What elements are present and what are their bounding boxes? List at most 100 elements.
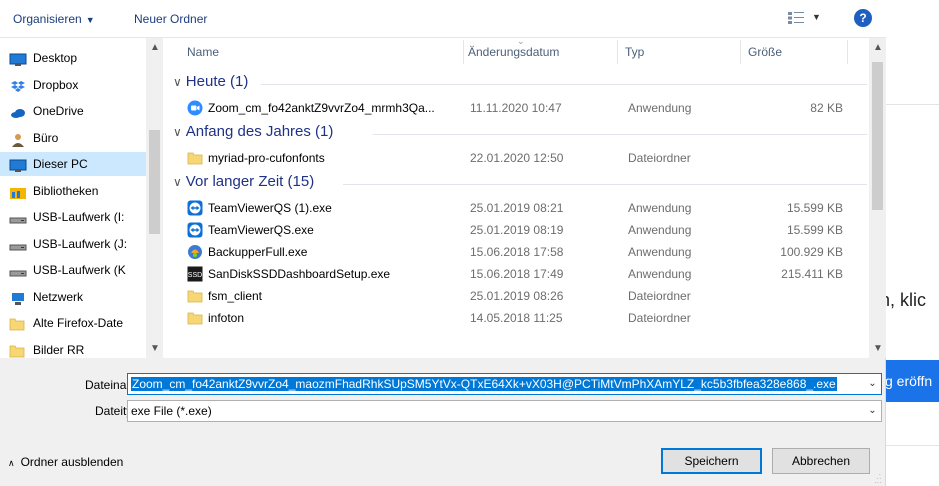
nav-item[interactable]: Alte Firefox-Date (0, 311, 146, 335)
hide-folders-toggle[interactable]: ∧ Ordner ausblenden (8, 455, 123, 469)
nav-item[interactable]: Netzwerk (0, 285, 146, 309)
scroll-up-icon[interactable]: ▲ (873, 42, 883, 53)
file-type: Anwendung (628, 267, 692, 281)
file-row[interactable]: infoton 14.05.2018 11:25 Dateiordner (163, 307, 869, 330)
hide-folders-label: Ordner ausblenden (20, 455, 124, 469)
nav-item-label: Bibliotheken (33, 183, 99, 198)
nav-item[interactable]: USB-Laufwerk (K (0, 258, 146, 282)
scroll-down-icon[interactable]: ▼ (873, 343, 883, 354)
chevron-down-icon[interactable]: ⌄ (863, 374, 881, 394)
column-header-name[interactable]: Name (187, 38, 219, 66)
nav-item[interactable]: OneDrive (0, 99, 146, 123)
scrollbar-thumb[interactable] (872, 62, 883, 210)
organize-menu-button[interactable]: Organisieren ▼ (13, 12, 95, 26)
nav-item-label: Netzwerk (33, 289, 84, 304)
filename-input[interactable]: Zoom_cm_fo42anktZ9vvrZo4_maozmFhadRhkSUp… (127, 373, 882, 395)
toolbar: Organisieren ▼ Neuer Ordner ▼ ? (0, 0, 886, 38)
file-row[interactable]: fsm_client 25.01.2019 08:26 Dateiordner (163, 285, 869, 308)
file-date: 15.06.2018 17:49 (470, 267, 564, 281)
group-label: Heute (1) (185, 73, 249, 90)
column-header-type[interactable]: Typ (625, 38, 644, 66)
column-header-size[interactable]: Größe (748, 38, 782, 66)
save-button[interactable]: Speichern (661, 448, 762, 474)
file-name: Zoom_cm_fo42anktZ9vvrZo4_mrmh3Qa... (208, 101, 435, 115)
drive-icon (9, 263, 27, 277)
column-separator[interactable] (847, 40, 848, 64)
nav-item-label: USB-Laufwerk (J: (33, 236, 128, 251)
chevron-down-icon: ∨ (173, 75, 182, 89)
view-options-icon (788, 12, 804, 24)
filename-value: Zoom_cm_fo42anktZ9vvrZo4_maozmFhadRhkSUp… (131, 377, 837, 391)
backupper-icon (187, 244, 203, 260)
nav-item-label: Alte Firefox-Date (33, 316, 124, 330)
help-button[interactable]: ? (854, 9, 872, 27)
folder-icon (187, 288, 203, 304)
file-size: 82 KB (810, 101, 843, 115)
group-header[interactable]: ∨ Heute (1) (173, 73, 248, 93)
file-date: 22.01.2020 12:50 (470, 151, 564, 165)
file-name: infoton (208, 311, 245, 325)
column-separator[interactable] (740, 40, 741, 64)
column-separator[interactable] (463, 40, 464, 64)
teamviewer-icon (187, 200, 203, 216)
file-name: myriad-pro-cufonfonts (208, 151, 325, 165)
file-row[interactable]: Zoom_cm_fo42anktZ9vvrZo4_mrmh3Qa... 11.11… (163, 97, 869, 120)
column-header-date[interactable]: Änderungsdatum (468, 38, 559, 66)
group-divider (261, 84, 867, 85)
file-row[interactable]: SSD SanDiskSSDDashboardSetup.exe 15.06.201… (163, 263, 869, 286)
nav-item[interactable]: Büro (0, 126, 146, 150)
group-label: Anfang des Jahres (1) (185, 123, 334, 140)
nav-item[interactable]: Desktop (0, 46, 146, 70)
scroll-up-icon[interactable]: ▲ (150, 42, 160, 53)
file-type: Anwendung (628, 223, 692, 237)
file-date: 14.05.2018 11:25 (470, 311, 563, 325)
chevron-down-icon: ▼ (812, 12, 821, 22)
nav-item-label: Desktop (33, 51, 78, 65)
file-row[interactable]: TeamViewerQS.exe 25.01.2019 08:19 Anwendun… (163, 219, 869, 242)
filetype-select[interactable]: exe File (*.exe) ⌄ (127, 400, 882, 422)
resize-grip-icon[interactable]: · ·· ··· (874, 471, 884, 486)
scrollbar-thumb[interactable] (149, 130, 160, 234)
drive-icon (9, 210, 27, 224)
drive-icon (9, 237, 27, 251)
onedrive-icon (9, 104, 27, 118)
group-header[interactable]: ∨ Anfang des Jahres (1) (173, 123, 333, 143)
file-row[interactable]: BackupperFull.exe 15.06.2018 17:58 Anwendu… (163, 241, 869, 264)
scroll-down-icon[interactable]: ▼ (150, 343, 160, 354)
nav-item-label: OneDrive (33, 104, 84, 118)
nav-item[interactable]: USB-Laufwerk (I: (0, 205, 146, 229)
zoom-icon (187, 100, 203, 116)
chevron-down-icon: ∨ (173, 175, 182, 189)
nav-item[interactable]: Dropbox (0, 73, 146, 97)
nav-item[interactable]: USB-Laufwerk (J: (0, 232, 146, 256)
folder-icon (9, 316, 27, 331)
column-separator[interactable] (617, 40, 618, 64)
nav-item-label: Bilder RR (33, 342, 85, 357)
nav-item[interactable]: Bibliotheken (0, 179, 146, 203)
sandisk-icon: SSD (187, 266, 203, 282)
computer-icon (9, 157, 27, 172)
desktop-icon (9, 51, 27, 66)
group-header[interactable]: ∨ Vor langer Zeit (15) (173, 173, 314, 193)
chevron-down-icon: ⌄ (863, 401, 881, 421)
view-options-button[interactable]: ▼ (788, 10, 828, 28)
file-date: 11.11.2020 10:47 (470, 101, 562, 115)
nav-item[interactable]: Dieser PC (0, 152, 146, 176)
cancel-button[interactable]: Abbrechen (772, 448, 870, 474)
file-type: Dateiordner (628, 311, 691, 325)
teamviewer-icon (187, 222, 203, 238)
file-list: Name Änderungsdatum ⌄ Typ Größe ∨ Heute (… (163, 36, 869, 358)
file-type: Dateiordner (628, 151, 691, 165)
file-row[interactable]: myriad-pro-cufonfonts 22.01.2020 12:50 Dat… (163, 147, 869, 170)
background-button[interactable]: g eröffn (885, 360, 939, 402)
nav-item-label: Dieser PC (33, 157, 88, 171)
file-date: 25.01.2019 08:26 (470, 289, 564, 303)
file-size: 100.929 KB (780, 245, 843, 259)
nav-scrollbar[interactable]: ▲ ▼ (146, 38, 163, 358)
filetype-value: exe File (*.exe) (131, 404, 212, 418)
file-row[interactable]: TeamViewerQS (1).exe 25.01.2019 08:21 Anwe… (163, 197, 869, 220)
new-folder-button[interactable]: Neuer Ordner (134, 12, 207, 26)
file-list-scrollbar[interactable]: ▲ ▼ (869, 38, 886, 358)
file-name: BackupperFull.exe (208, 245, 308, 259)
nav-item[interactable]: Bilder RR (0, 338, 146, 362)
